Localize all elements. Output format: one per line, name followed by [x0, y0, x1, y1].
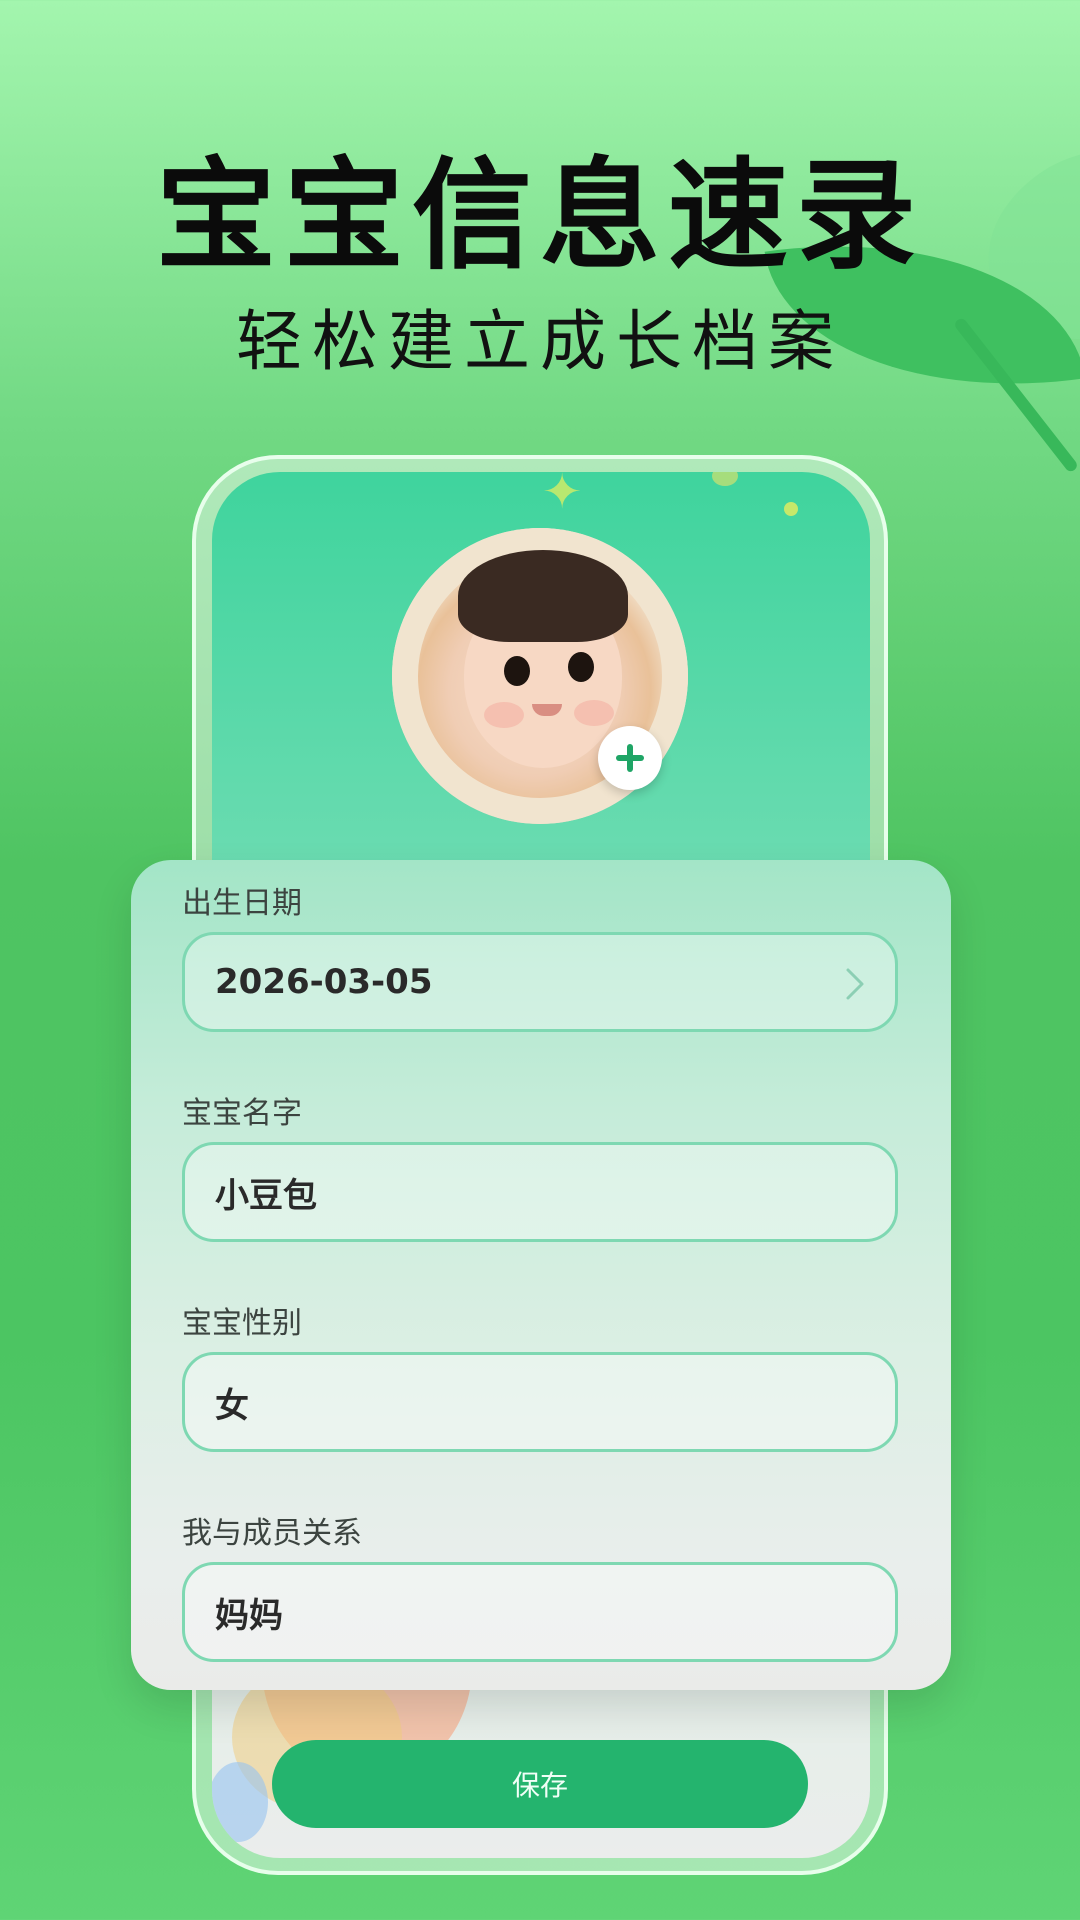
dot-decoration	[784, 502, 798, 516]
birth-date-label: 出生日期	[182, 886, 302, 921]
birth-date-picker[interactable]: 2026-03-05	[182, 932, 898, 1032]
add-photo-button[interactable]	[598, 726, 662, 790]
baby-gender-value: 女	[215, 1385, 249, 1426]
birth-date-value: 2026-03-05	[215, 962, 433, 1002]
relationship-label: 我与成员关系	[182, 1516, 362, 1551]
relationship-value: 妈妈	[215, 1595, 283, 1636]
baby-name-label: 宝宝名字	[182, 1096, 302, 1131]
baby-gender-label: 宝宝性别	[182, 1306, 302, 1341]
plus-icon	[616, 744, 644, 772]
eye-shape	[568, 652, 594, 682]
leaf-bit-decoration	[712, 472, 738, 486]
page-title: 宝宝信息速录	[156, 147, 924, 286]
baby-name-input[interactable]: 小豆包	[182, 1142, 898, 1242]
balloon-decoration	[212, 1762, 268, 1842]
page-subtitle: 轻松建立成长档案	[236, 303, 844, 380]
star-decoration: ✦	[542, 472, 583, 520]
baby-name-value: 小豆包	[215, 1175, 317, 1216]
baby-gender-select[interactable]: 女	[182, 1352, 898, 1452]
save-button[interactable]: 保存	[272, 1740, 808, 1828]
cheek-shape	[484, 702, 524, 728]
chevron-right-icon	[846, 968, 864, 1000]
relationship-select[interactable]: 妈妈	[182, 1562, 898, 1662]
hair-shape	[458, 550, 628, 642]
cheek-shape	[574, 700, 614, 726]
eye-shape	[504, 656, 530, 686]
